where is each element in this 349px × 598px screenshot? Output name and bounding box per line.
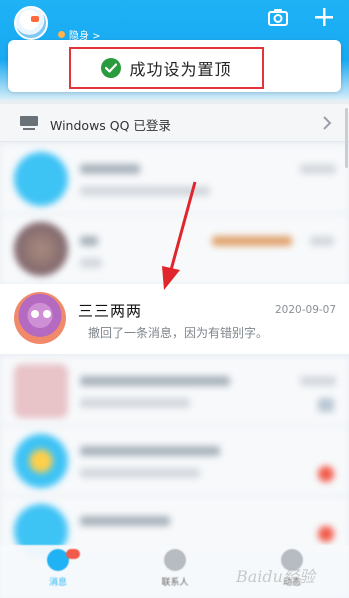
unread-badge [66, 549, 80, 559]
toast-text: 成功设为置顶 [129, 60, 232, 79]
list-item[interactable] [0, 356, 349, 426]
scrollbar[interactable] [345, 108, 348, 168]
monitor-icon [20, 116, 38, 130]
nav-messages[interactable]: 消息 [18, 549, 98, 588]
contact-name: 三三两两 [78, 302, 143, 320]
list-item[interactable] [0, 214, 349, 284]
contact-avatar [14, 292, 66, 344]
nav-label-contacts: 联系人 [161, 578, 189, 588]
contacts-icon [164, 549, 186, 571]
status-dot-icon [58, 31, 65, 38]
chat-row-pinned[interactable]: 三三两两 2020-09-07 撤回了一条消息，因为有错别字。 [0, 284, 349, 354]
watermark: Baidu经验 [236, 567, 315, 586]
chevron-right-icon [323, 116, 332, 130]
list-item[interactable] [0, 426, 349, 496]
message-date: 2020-09-07 [275, 304, 337, 316]
message-preview: 撤回了一条消息，因为有错别字。 [88, 326, 269, 340]
nav-contacts[interactable]: 联系人 [135, 549, 215, 588]
list-item[interactable] [0, 496, 349, 558]
camera-icon[interactable] [268, 8, 288, 26]
nav-label-messages: 消息 [48, 578, 67, 588]
login-bar-label: Windows QQ 已登录 [50, 118, 171, 133]
list-item[interactable] [0, 144, 349, 214]
plus-icon[interactable] [314, 7, 334, 27]
toast-pinned-success: 成功设为置顶 [69, 47, 264, 89]
windows-login-bar[interactable]: Windows QQ 已登录 [0, 104, 349, 142]
user-avatar[interactable] [14, 6, 48, 40]
check-circle-icon [101, 58, 122, 78]
